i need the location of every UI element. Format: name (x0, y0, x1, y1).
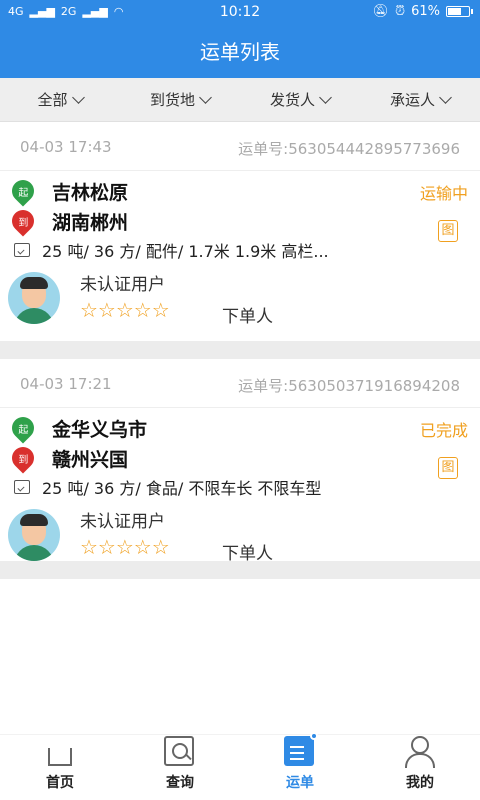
order-status: 已完成 (419, 421, 468, 440)
chevron-down-icon (71, 91, 85, 104)
origin-pin-label: 起 (18, 187, 28, 199)
divider (0, 407, 480, 408)
chevron-down-icon (199, 91, 212, 104)
origin-pin-icon: 起 (7, 175, 39, 207)
order-meta: 04-03 17:21 运单号:563050371916894208 (20, 375, 460, 396)
nav-waybill[interactable]: 运单 (240, 732, 360, 800)
origin-place: 金华义乌市 (52, 418, 148, 441)
image-icon[interactable]: 图 (438, 220, 458, 242)
order-status: 运输中 (419, 184, 468, 203)
status-icons: 🔕︎ ⏰︎ 61% (372, 4, 473, 19)
origin-pin-label: 起 (18, 424, 28, 436)
battery-level-fill (448, 8, 462, 15)
user-role: 下单人 (222, 307, 273, 327)
cargo-icon (14, 243, 30, 257)
filter-label: 发货人 (269, 91, 315, 109)
cargo-text: 25 吨/ 36 方/ 配件/ 1.7米 1.9米 高栏... (42, 242, 329, 261)
chevron-down-icon (439, 91, 452, 104)
order-list: 04-03 17:43 运单号:563054442895773696 起 吉林松… (0, 122, 480, 579)
destination-pin-icon: 到 (7, 442, 39, 474)
nav-label: 查询 (166, 775, 194, 791)
mute-icon: 🔕︎ (372, 4, 389, 19)
origin-pin-icon: 起 (7, 412, 39, 444)
cargo-icon (14, 480, 30, 494)
image-icon[interactable]: 图 (438, 457, 458, 479)
destination-place: 湖南郴州 (52, 211, 129, 234)
filter-shipper[interactable]: 发货人 (240, 78, 360, 121)
cargo-info: 25 吨/ 36 方/ 配件/ 1.7米 1.9米 高栏... (14, 238, 329, 262)
filter-label: 承运人 (389, 91, 435, 109)
destination-pin-icon: 到 (7, 205, 39, 237)
route: 起 吉林松原 到 湖南郴州 (7, 175, 129, 237)
filter-label: 全部 (37, 91, 68, 109)
nav-label: 首页 (46, 775, 74, 791)
route-origin: 起 吉林松原 (7, 175, 129, 207)
divider (0, 170, 480, 171)
route-destination: 到 赣州兴国 (7, 442, 147, 474)
filter-all[interactable]: 全部 (0, 78, 120, 121)
route: 起 金华义乌市 到 赣州兴国 (7, 412, 148, 474)
cargo-info: 25 吨/ 36 方/ 食品/ 不限车长 不限车型 (14, 475, 321, 499)
nav-home[interactable]: 首页 (0, 735, 120, 800)
route-destination: 到 湖南郴州 (7, 205, 129, 237)
search-icon (164, 736, 196, 768)
cargo-text: 25 吨/ 36 方/ 食品/ 不限车长 不限车型 (42, 479, 322, 498)
nav-query[interactable]: 查询 (120, 735, 240, 800)
home-icon (44, 736, 76, 768)
user-role: 下单人 (222, 544, 273, 564)
user-icon (404, 736, 436, 768)
order-date: 04-03 17:43 (20, 138, 112, 156)
route-origin: 起 金华义乌市 (7, 412, 148, 444)
destination-pin-label: 到 (18, 217, 28, 229)
order-meta: 04-03 17:43 运单号:563054442895773696 (20, 138, 460, 159)
nav-label: 运单 (286, 775, 314, 791)
bottom-navigation: 首页 查询 运单 我的 (0, 732, 480, 800)
nav-label: 我的 (406, 775, 434, 791)
order-card[interactable]: 04-03 17:43 运单号:563054442895773696 起 吉林松… (0, 122, 480, 359)
avatar (8, 272, 60, 324)
battery-icon (446, 6, 473, 17)
rating-stars: ☆☆☆☆☆ (80, 535, 170, 559)
origin-place: 吉林松原 (52, 181, 129, 204)
filter-destination[interactable]: 到货地 (120, 78, 240, 121)
filter-carrier[interactable]: 承运人 (360, 78, 480, 121)
user-name: 未认证用户 (80, 275, 165, 295)
chevron-down-icon (319, 91, 332, 104)
nav-profile[interactable]: 我的 (360, 735, 480, 800)
status-bar: 4G ▂▄▆ 2G ▂▄▆ ◠ 10:12 🔕︎ ⏰︎ 61% (0, 0, 480, 26)
avatar (8, 509, 60, 561)
alarm-icon: ⏰︎ (394, 4, 406, 19)
filter-bar: 全部 到货地 发货人 承运人 (0, 78, 480, 122)
waybill-number: 运单号:563050371916894208 (238, 377, 460, 395)
page-title: 运单列表 (0, 26, 480, 78)
destination-pin-label: 到 (18, 454, 28, 466)
user-name: 未认证用户 (80, 512, 165, 532)
destination-place: 赣州兴国 (52, 448, 129, 471)
battery-percent: 61% (411, 4, 440, 19)
waybill-number: 运单号:563054442895773696 (238, 140, 460, 158)
filter-label: 到货地 (149, 91, 195, 109)
order-date: 04-03 17:21 (20, 375, 112, 393)
rating-stars: ☆☆☆☆☆ (80, 298, 170, 322)
waybill-list-icon (284, 732, 318, 768)
order-card[interactable]: 04-03 17:21 运单号:563050371916894208 起 金华义… (0, 359, 480, 579)
